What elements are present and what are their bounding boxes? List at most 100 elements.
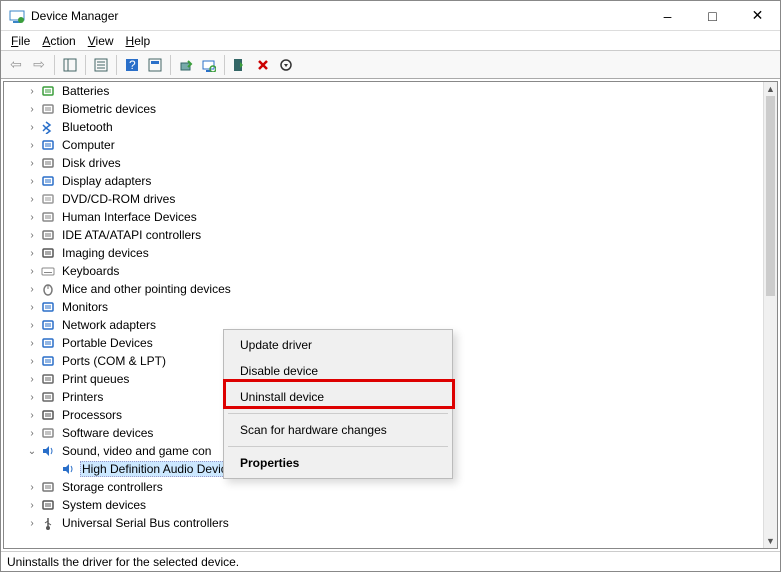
status-bar: Uninstalls the driver for the selected d… [1, 551, 780, 571]
tree-item[interactable]: ›Imaging devices [4, 244, 763, 262]
tree-item[interactable]: › Batteries [4, 82, 763, 100]
context-separator [228, 413, 448, 414]
expander-icon[interactable]: › [26, 374, 38, 385]
expander-icon[interactable]: › [26, 338, 38, 349]
tree-item[interactable]: ›Disk drives [4, 154, 763, 172]
expander-icon[interactable]: › [26, 392, 38, 403]
tree-item[interactable]: ›Keyboards [4, 262, 763, 280]
biometric-icon [40, 101, 56, 117]
context-properties[interactable]: Properties [226, 450, 450, 476]
context-update-driver[interactable]: Update driver [226, 332, 450, 358]
expander-icon[interactable]: › [26, 248, 38, 259]
expander-icon[interactable]: › [26, 284, 38, 295]
back-button[interactable]: ⇦ [5, 54, 27, 76]
menu-help[interactable]: Help [120, 33, 157, 49]
dvd-icon [40, 191, 56, 207]
bluetooth-icon [40, 119, 56, 135]
context-disable-device[interactable]: Disable device [226, 358, 450, 384]
tree-item[interactable]: ›Storage controllers [4, 478, 763, 496]
expander-icon[interactable]: › [26, 140, 38, 151]
separator [224, 55, 225, 75]
tree-item[interactable]: ›Universal Serial Bus controllers [4, 514, 763, 532]
menu-file[interactable]: File [5, 33, 36, 49]
tree-item[interactable]: › Monitors [4, 298, 763, 316]
enable-device-button[interactable] [229, 54, 251, 76]
expander-icon[interactable]: › [26, 122, 38, 133]
tree-item-label: Processors [60, 408, 124, 422]
disk-icon [40, 155, 56, 171]
tree-item-label: High Definition Audio Device [80, 461, 235, 477]
expander-icon[interactable]: › [26, 356, 38, 367]
sound-icon [40, 443, 56, 459]
portable-icon [40, 335, 56, 351]
properties-button[interactable] [90, 54, 112, 76]
display-icon [40, 173, 56, 189]
tree-item[interactable]: › DVD/CD-ROM drives [4, 190, 763, 208]
uninstall-button[interactable] [252, 54, 274, 76]
tree-item[interactable]: › Human Interface Devices [4, 208, 763, 226]
ide-icon [40, 227, 56, 243]
tree-item-label: Monitors [60, 300, 110, 314]
expander-icon[interactable]: › [26, 104, 38, 115]
menu-action[interactable]: Action [36, 33, 81, 49]
expander-icon[interactable]: › [26, 176, 38, 187]
tree-item-label: Batteries [60, 84, 111, 98]
scrollbar-thumb[interactable] [766, 96, 775, 296]
tree-item-label: Display adapters [60, 174, 153, 188]
menu-bar: File Action View Help [1, 31, 780, 51]
tree-item[interactable]: ›IDE ATA/ATAPI controllers [4, 226, 763, 244]
expander-icon[interactable]: › [26, 86, 38, 97]
expander-icon[interactable]: › [26, 518, 38, 529]
vertical-scrollbar[interactable]: ▲ ▼ [763, 82, 777, 548]
context-uninstall-device[interactable]: Uninstall device [226, 384, 450, 410]
expander-icon[interactable]: ⌄ [26, 446, 38, 457]
close-button[interactable]: ✕ [735, 1, 780, 30]
window-title: Device Manager [31, 9, 645, 23]
storage-icon [40, 479, 56, 495]
expander-icon[interactable]: › [26, 302, 38, 313]
toolbar-button-5[interactable] [144, 54, 166, 76]
tree-item[interactable]: ›System devices [4, 496, 763, 514]
tree-item-label: DVD/CD-ROM drives [60, 192, 177, 206]
tree-item-label: Printers [60, 390, 105, 404]
context-scan-hardware[interactable]: Scan for hardware changes [226, 417, 450, 443]
maximize-button[interactable]: □ [690, 1, 735, 30]
expander-icon[interactable]: › [26, 410, 38, 421]
tree-item[interactable]: › Biometric devices [4, 100, 763, 118]
expander-icon[interactable]: › [26, 230, 38, 241]
tree-item-label: Portable Devices [60, 336, 155, 350]
update-driver-button[interactable] [175, 54, 197, 76]
tree-item[interactable]: ›Mice and other pointing devices [4, 280, 763, 298]
battery-icon [40, 83, 56, 99]
tree-item-label: Biometric devices [60, 102, 158, 116]
expander-icon[interactable]: › [26, 500, 38, 511]
expander-icon[interactable]: › [26, 482, 38, 493]
minimize-button[interactable]: – [645, 1, 690, 30]
expander-icon[interactable]: › [26, 212, 38, 223]
toolbar: ⇦ ⇨ ? [1, 51, 780, 79]
expander-icon[interactable]: › [26, 266, 38, 277]
scan-hardware-button[interactable] [198, 54, 220, 76]
context-menu: Update driver Disable device Uninstall d… [223, 329, 453, 479]
computer-icon [40, 137, 56, 153]
expander-icon[interactable]: › [26, 320, 38, 331]
forward-button[interactable]: ⇨ [28, 54, 50, 76]
expander-icon[interactable]: › [26, 428, 38, 439]
tree-item[interactable]: ›Computer [4, 136, 763, 154]
menu-view[interactable]: View [82, 33, 120, 49]
svg-text:?: ? [129, 58, 136, 72]
toolbar-button-last[interactable] [275, 54, 297, 76]
help-button[interactable]: ? [121, 54, 143, 76]
scroll-up-icon[interactable]: ▲ [764, 82, 777, 96]
cpu-icon [40, 407, 56, 423]
tree-item[interactable]: ›Bluetooth [4, 118, 763, 136]
ports-icon [40, 353, 56, 369]
tree-item[interactable]: › Display adapters [4, 172, 763, 190]
network-icon [40, 317, 56, 333]
show-hide-tree-button[interactable] [59, 54, 81, 76]
separator [170, 55, 171, 75]
expander-icon[interactable]: › [26, 194, 38, 205]
scroll-down-icon[interactable]: ▼ [764, 534, 777, 548]
expander-icon[interactable]: › [26, 158, 38, 169]
tree-item-label: Human Interface Devices [60, 210, 199, 224]
